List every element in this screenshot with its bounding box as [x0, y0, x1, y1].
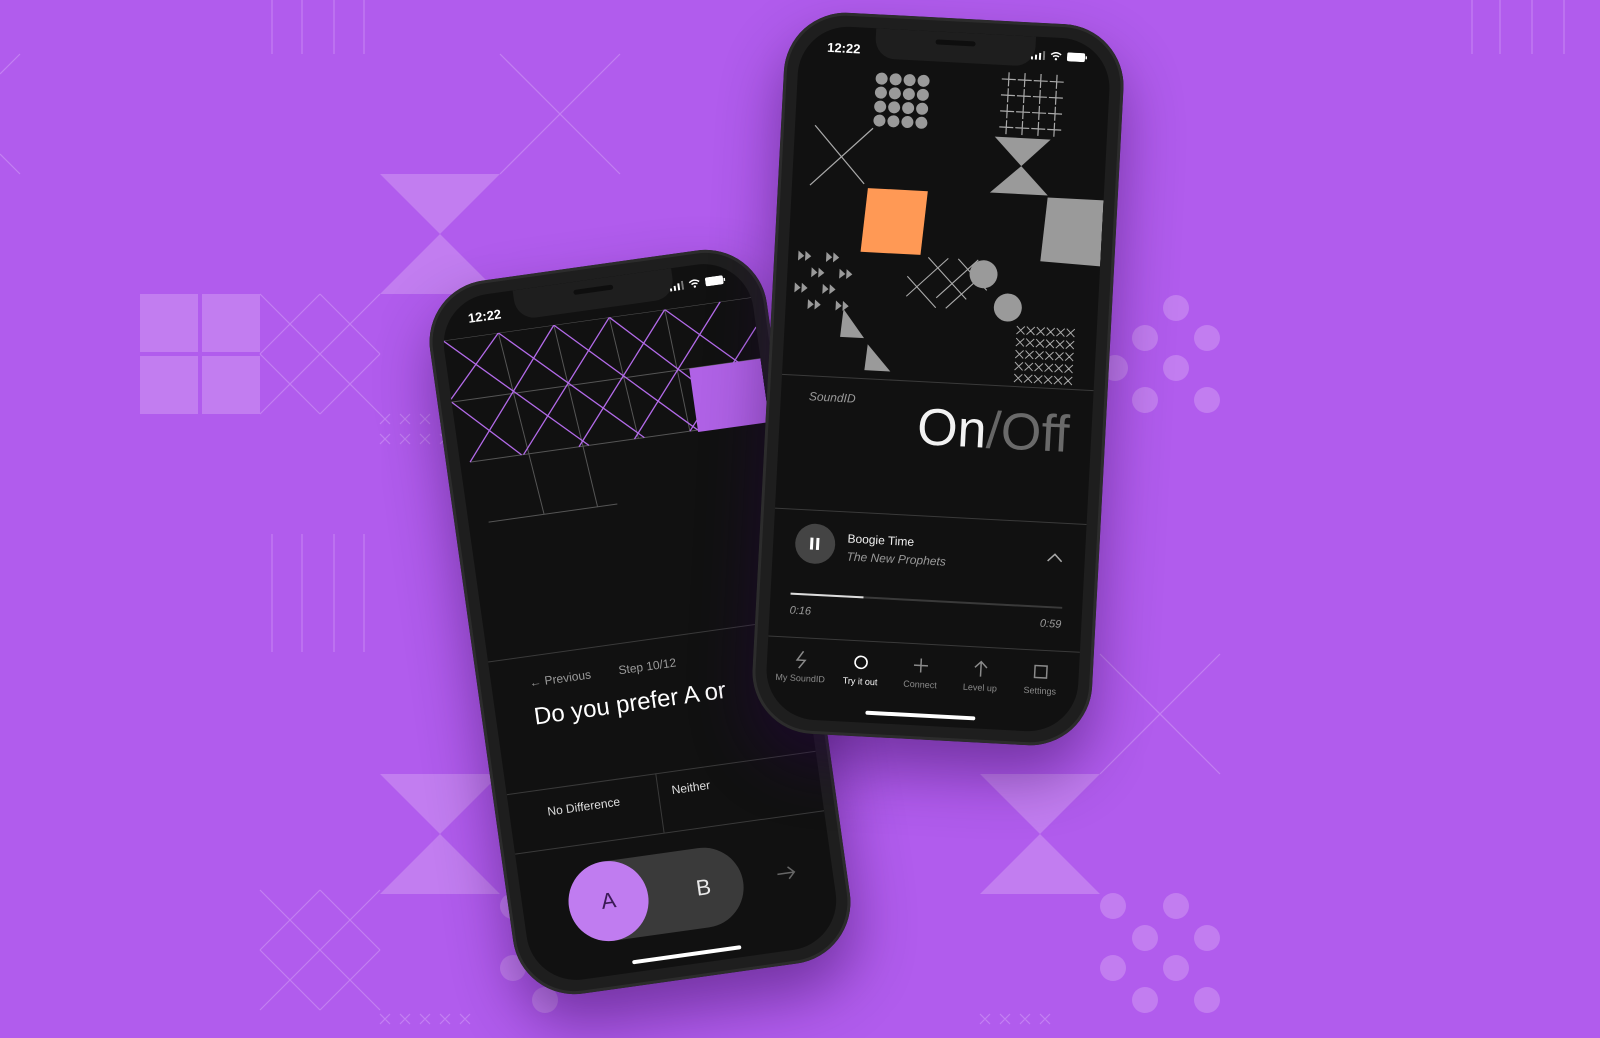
status-icons [1030, 50, 1088, 63]
plus-grid [999, 72, 1064, 137]
purple-accent-square [689, 358, 770, 433]
tab-connect[interactable]: Connect [890, 654, 952, 691]
pause-icon [809, 537, 820, 551]
off-label[interactable]: Off [999, 402, 1070, 464]
notch [874, 28, 1037, 67]
signal-icon [1030, 51, 1046, 61]
divider [488, 618, 798, 663]
progress-fill [790, 592, 864, 599]
x-pattern [1013, 325, 1076, 386]
status-time: 12:22 [467, 306, 503, 326]
elapsed-time: 0:16 [789, 604, 812, 618]
progress-track[interactable] [790, 592, 1063, 609]
circle-icon [854, 655, 868, 670]
option-a-label: A [599, 887, 618, 915]
tab-settings[interactable]: Settings [1010, 660, 1072, 697]
battery-icon [1066, 52, 1088, 63]
signal-icon [669, 280, 685, 292]
step-indicator: Step 10/12 [617, 655, 678, 678]
geometric-art [794, 72, 1104, 386]
previous-link[interactable]: ← Previous [528, 667, 591, 689]
wifi-icon [1050, 51, 1062, 61]
triangle-grid-art [442, 297, 770, 523]
plus-icon [913, 658, 929, 673]
lightning-icon [795, 650, 807, 669]
orange-square [860, 188, 928, 255]
duration-time: 0:59 [1039, 617, 1062, 631]
dot-grid [873, 72, 930, 129]
option-a-button[interactable]: A [563, 855, 654, 947]
tab-label: Level up [962, 681, 998, 694]
arrow-up-icon [974, 660, 988, 677]
option-no-difference-label: No Difference [546, 794, 621, 819]
chevron-up-icon[interactable] [1047, 552, 1064, 563]
tab-label: Connect [902, 678, 937, 691]
option-b-label: B [694, 873, 713, 901]
tab-level-up[interactable]: Level up [950, 657, 1012, 694]
arrow-right-icon[interactable] [775, 865, 797, 882]
soundid-screen: 12:22 SoundID On/Off Boogie Time The New… [764, 24, 1112, 734]
option-b-button[interactable]: B [658, 843, 748, 933]
home-indicator [632, 945, 742, 965]
square-icon [1033, 664, 1048, 679]
phone-soundid: 12:22 SoundID On/Off Boogie Time The New… [749, 9, 1127, 749]
soundid-label: SoundID [808, 389, 856, 406]
divider [774, 507, 1087, 525]
status-icons [669, 275, 726, 292]
option-no-difference[interactable]: No Difference [506, 773, 665, 854]
ab-toggle[interactable]: A B [563, 842, 749, 947]
on-label[interactable]: On [916, 398, 988, 460]
home-indicator [865, 710, 976, 721]
track-artist: The New Prophets [846, 549, 947, 569]
status-time: 12:22 [826, 39, 861, 57]
tab-try-it-out[interactable]: Try it out [830, 651, 892, 688]
option-neither[interactable]: Neither [655, 751, 824, 833]
tab-my-soundid[interactable]: My SoundID [770, 648, 832, 685]
tab-label: Try it out [842, 675, 878, 688]
track-title: Boogie Time [847, 531, 915, 549]
soundid-toggle[interactable]: On/Off [916, 397, 1071, 465]
tab-label: My SoundID [775, 671, 826, 685]
pause-button[interactable] [794, 522, 837, 565]
option-neither-label: Neither [670, 777, 712, 798]
wifi-icon [688, 279, 700, 288]
tab-label: Settings [1023, 684, 1057, 697]
battery-icon [704, 275, 726, 287]
